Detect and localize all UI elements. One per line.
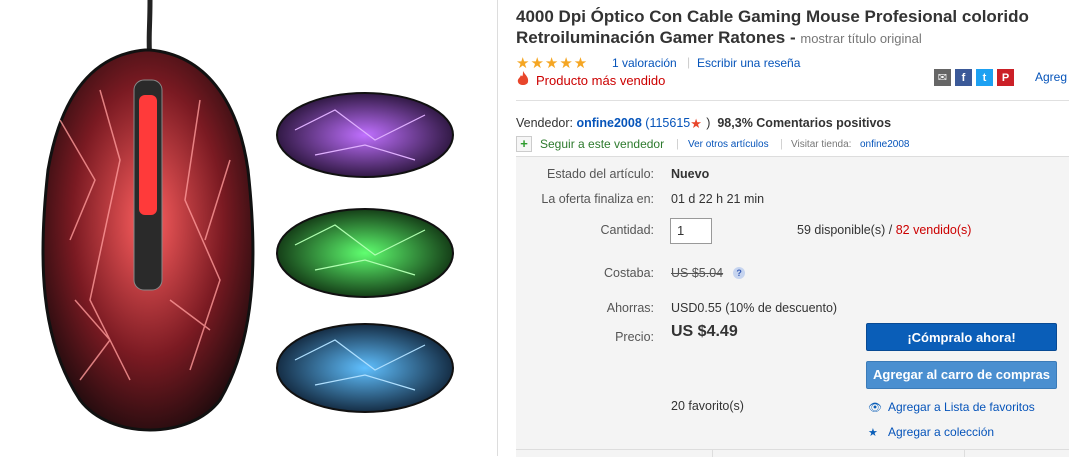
separator: | [676, 138, 679, 150]
seller-name-link[interactable]: onfine2008 [576, 116, 641, 130]
write-review-link[interactable]: Escribir una reseña [697, 56, 800, 70]
ends-label: La oferta finaliza en: [541, 192, 654, 206]
favorites-count: 20 favorito(s) [671, 399, 744, 413]
buy-now-button[interactable]: ¡Cómpralo ahora! [866, 323, 1057, 351]
quantity-input[interactable]: 1 [670, 218, 712, 244]
star-rating[interactable]: ★★★★★ [516, 54, 588, 72]
paren: ) [706, 116, 711, 130]
separator: | [780, 138, 783, 150]
visit-store-label: Visitar tienda: [791, 139, 852, 150]
availability: 59 disponible(s) / 82 vendido(s) [797, 223, 971, 237]
sold-count-link[interactable]: 82 vendido(s) [896, 223, 972, 237]
watchlist-label: Agregar a Lista de favoritos [888, 400, 1035, 414]
seller-info: Vendedor: onfine2008 (115615★) 98,3% Com… [516, 116, 892, 131]
was-price: US $5.04? [671, 266, 746, 280]
seller-label: Vendedor: [516, 116, 573, 130]
divider-line [516, 100, 1069, 101]
bestseller-badge: Producto más vendido [536, 73, 666, 88]
star-icon: ★ [690, 116, 702, 131]
purchase-panel: Estado del artículo: Nuevo La oferta fin… [516, 156, 1069, 457]
follow-seller-link[interactable]: Seguir a este vendedor [540, 137, 664, 151]
product-image[interactable] [0, 0, 497, 456]
add-to-watchlist-link[interactable]: 👁 Agregar a Lista de favoritos [868, 400, 1035, 414]
share-icons: ✉ f t P [934, 69, 1014, 86]
feedback-count-link[interactable]: (115615 [645, 116, 690, 130]
condition-value: Nuevo [671, 167, 710, 181]
add-to-collection-link[interactable]: ★ Agregar a colección [868, 425, 994, 439]
email-icon[interactable]: ✉ [934, 69, 951, 86]
show-original-title[interactable]: mostrar título original [800, 31, 921, 46]
ends-value: 01 d 22 h 21 min [671, 192, 765, 206]
separator: | [687, 55, 691, 69]
help-icon[interactable]: ? [733, 267, 746, 279]
price-label: Precio: [615, 330, 654, 344]
listing-info: 4000 Dpi Óptico Con Cable Gaming Mouse P… [498, 0, 1069, 457]
condition-label: Estado del artículo: [546, 167, 654, 181]
panel-divider [516, 449, 1069, 450]
fire-icon [516, 71, 530, 92]
other-items-link[interactable]: Ver otros artículos [688, 139, 769, 150]
star-small-icon: ★ [868, 427, 878, 439]
collection-label: Agregar a colección [888, 425, 995, 439]
pinterest-icon[interactable]: P [997, 69, 1014, 86]
page-title: 4000 Dpi Óptico Con Cable Gaming Mouse P… [516, 6, 1066, 49]
feedback-percent: 98,3% Comentarios positivos [717, 116, 892, 130]
rating-count-link[interactable]: 1 valoración [612, 56, 677, 70]
available-count: 59 disponible(s) / [797, 223, 893, 237]
price-value: US $4.49 [671, 323, 738, 340]
title-text: 4000 Dpi Óptico Con Cable Gaming Mouse P… [516, 7, 1029, 47]
was-price-label: Costaba: [603, 266, 654, 280]
plus-icon[interactable]: + [516, 136, 532, 152]
was-price-value: US $5.04 [671, 266, 724, 280]
add-to-cart-button[interactable]: Agregar al carro de compras [866, 361, 1057, 389]
add-to-link[interactable]: Agreg [1035, 70, 1067, 84]
twitter-icon[interactable]: t [976, 69, 993, 86]
product-photo [41, 0, 454, 432]
savings-value: USD0.55 (10% de descuento) [671, 301, 838, 315]
quantity-label: Cantidad: [600, 223, 654, 237]
store-link[interactable]: onfine2008 [860, 139, 910, 150]
eye-icon: 👁 [868, 402, 882, 414]
facebook-icon[interactable]: f [955, 69, 972, 86]
savings-label: Ahorras: [606, 301, 654, 315]
